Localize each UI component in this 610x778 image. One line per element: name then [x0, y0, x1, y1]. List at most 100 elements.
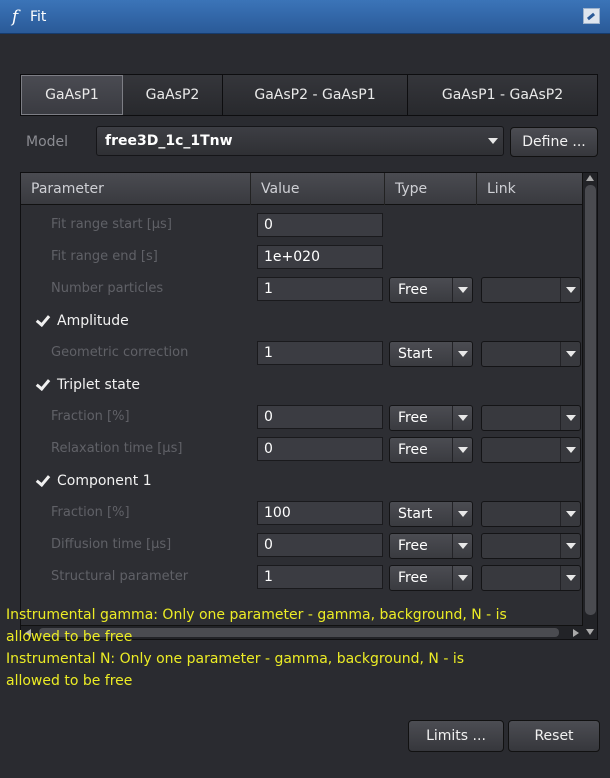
checkbox-checked-icon[interactable] [35, 313, 51, 329]
type-value: Free [398, 570, 428, 586]
type-value: Start [398, 346, 433, 362]
chevron-down-icon [560, 502, 580, 526]
warning-message-n: Instrumental N: Only one parameter - gam… [6, 648, 606, 692]
value-field[interactable]: 0 [257, 213, 383, 237]
type-select[interactable]: Start [389, 501, 473, 527]
fit-panel: GaAsP1 GaAsP2 GaAsP2 - GaAsP1 GaAsP1 - G… [0, 34, 610, 778]
param-name: Fraction [%] [51, 409, 130, 424]
param-name: Structural parameter [51, 569, 189, 584]
group-row: Triplet state [21, 369, 583, 401]
tab-gaasp2-minus-gaasp1[interactable]: GaAsP2 - GaAsP1 [223, 75, 408, 115]
type-select[interactable]: Free [389, 277, 473, 303]
value-field[interactable]: 100 [257, 501, 383, 525]
chevron-down-icon [483, 127, 503, 155]
model-value: free3D_1c_1Tnw [105, 133, 233, 149]
link-select[interactable] [481, 565, 581, 591]
chevron-down-icon [452, 406, 472, 430]
link-select[interactable] [481, 437, 581, 463]
checkbox-checked-icon[interactable] [35, 377, 51, 393]
group-row: Component 1 [21, 465, 583, 497]
header-value[interactable]: Value [251, 173, 385, 205]
define-button[interactable]: Define ... [510, 127, 598, 157]
tab-gaasp1[interactable]: GaAsP1 [21, 75, 123, 115]
chevron-down-icon [452, 342, 472, 366]
chevron-down-icon [560, 534, 580, 558]
type-select[interactable]: Free [389, 437, 473, 463]
table-row: Geometric correction 1 Start [21, 337, 583, 369]
param-name: Fraction [%] [51, 505, 130, 520]
header-link[interactable]: Link [477, 173, 583, 205]
header-parameter[interactable]: Parameter [21, 173, 251, 205]
table-row: Fraction [%] 100 Start [21, 497, 583, 529]
param-name: Number particles [51, 281, 164, 296]
link-select[interactable] [481, 277, 581, 303]
chevron-down-icon [560, 342, 580, 366]
table-header: Parameter Value Type Link [21, 173, 583, 205]
table-row: Fit range end [s] 1e+020 [21, 241, 583, 273]
scroll-thumb[interactable] [585, 185, 596, 615]
value-field[interactable]: 0 [257, 437, 383, 461]
type-select[interactable]: Free [389, 565, 473, 591]
warning-line: Instrumental gamma: Only one parameter -… [6, 607, 507, 623]
tab-bar: GaAsP1 GaAsP2 GaAsP2 - GaAsP1 GaAsP1 - G… [20, 74, 598, 116]
limits-button[interactable]: Limits ... [408, 720, 504, 752]
group-label: Component 1 [57, 473, 152, 489]
warning-line: Instrumental N: Only one parameter - gam… [6, 651, 465, 667]
model-label: Model [26, 134, 69, 150]
type-select[interactable]: Free [389, 533, 473, 559]
function-icon: f [11, 6, 19, 27]
chevron-down-icon [560, 278, 580, 302]
value-field[interactable]: 1 [257, 277, 383, 301]
warning-line: allowed to be free [6, 629, 133, 645]
tab-gaasp2[interactable]: GaAsP2 [123, 75, 223, 115]
window-title: Fit [30, 8, 47, 25]
reset-button[interactable]: Reset [508, 720, 600, 752]
warning-message-gamma: Instrumental gamma: Only one parameter -… [6, 604, 606, 648]
table-row: Diffusion time [µs] 0 Free [21, 529, 583, 561]
chevron-down-icon [452, 534, 472, 558]
checkbox-checked-icon[interactable] [35, 473, 51, 489]
param-name: Fit range end [s] [51, 249, 158, 264]
table-row: Fraction [%] 0 Free [21, 401, 583, 433]
value-field[interactable]: 1 [257, 565, 383, 589]
type-select[interactable]: Start [389, 341, 473, 367]
table-row: Structural parameter 1 Free [21, 561, 583, 593]
type-value: Free [398, 442, 428, 458]
model-select[interactable]: free3D_1c_1Tnw [96, 126, 504, 156]
header-type[interactable]: Type [385, 173, 477, 205]
link-select[interactable] [481, 501, 581, 527]
group-label: Triplet state [57, 377, 140, 393]
chevron-down-icon [452, 502, 472, 526]
value-field[interactable]: 0 [257, 533, 383, 557]
warning-line: allowed to be free [6, 673, 133, 689]
table-row: Number particles 1 Free [21, 273, 583, 305]
param-name: Geometric correction [51, 345, 189, 360]
param-name: Fit range start [µs] [51, 217, 172, 232]
table-row: Fit range start [µs] 0 [21, 209, 583, 241]
scroll-up-icon[interactable] [586, 175, 594, 181]
chevron-down-icon [452, 278, 472, 302]
type-select[interactable]: Free [389, 405, 473, 431]
type-value: Free [398, 538, 428, 554]
tab-gaasp1-minus-gaasp2[interactable]: GaAsP1 - GaAsP2 [408, 75, 597, 115]
value-field[interactable]: 1 [257, 341, 383, 365]
link-select[interactable] [481, 341, 581, 367]
chevron-down-icon [560, 438, 580, 462]
link-select[interactable] [481, 405, 581, 431]
group-row: Amplitude [21, 305, 583, 337]
vertical-scrollbar[interactable] [582, 173, 597, 639]
type-value: Free [398, 410, 428, 426]
chevron-down-icon [452, 438, 472, 462]
param-name: Diffusion time [µs] [51, 537, 172, 552]
chevron-down-icon [452, 566, 472, 590]
parameter-table: Parameter Value Type Link Fit range star… [20, 172, 598, 640]
param-name: Relaxation time [µs] [51, 441, 183, 456]
value-field[interactable]: 1e+020 [257, 245, 383, 269]
type-value: Free [398, 282, 428, 298]
undock-icon[interactable] [583, 8, 600, 24]
table-row: Relaxation time [µs] 0 Free [21, 433, 583, 465]
link-select[interactable] [481, 533, 581, 559]
chevron-down-icon [560, 406, 580, 430]
title-bar: f Fit [0, 0, 610, 34]
value-field[interactable]: 0 [257, 405, 383, 429]
